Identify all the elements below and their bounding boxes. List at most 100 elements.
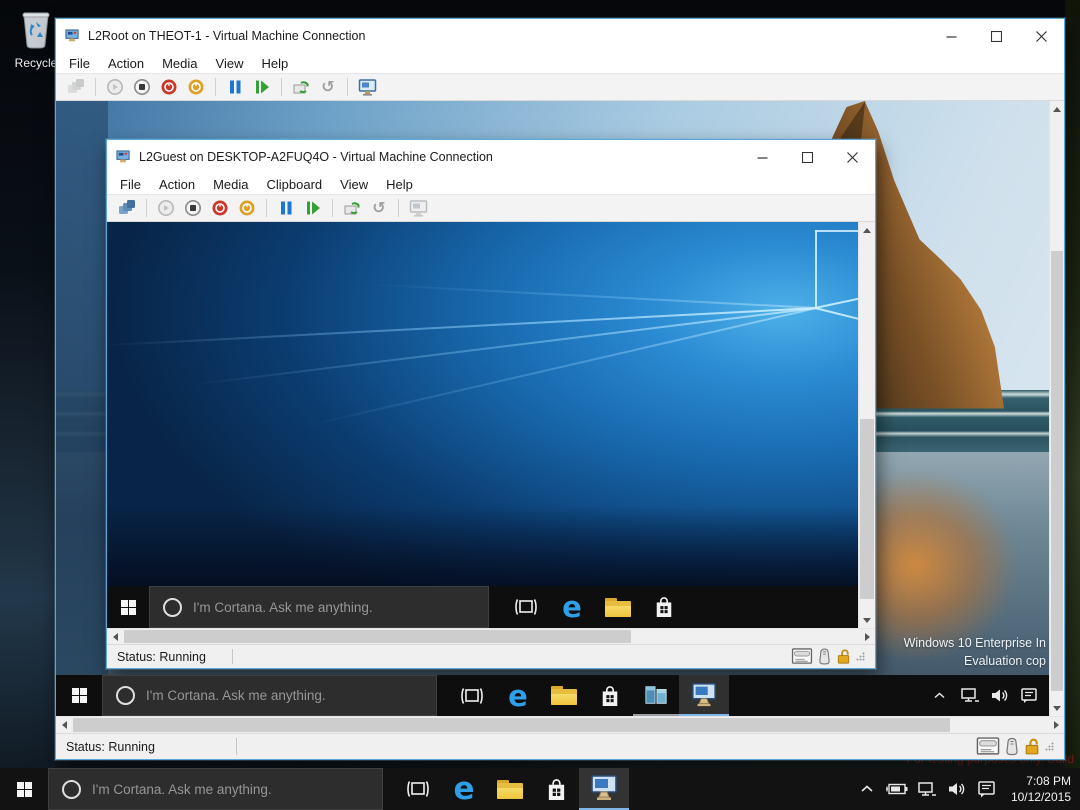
l2root-titlebar[interactable]: L2Root on THEOT-1 - Virtual Machine Conn… xyxy=(56,19,1064,53)
store-button[interactable] xyxy=(641,586,687,628)
l2root-vertical-scrollbar[interactable] xyxy=(1049,101,1064,716)
action-center-icon[interactable] xyxy=(1016,675,1043,716)
hyperv-manager-button[interactable] xyxy=(633,675,679,716)
l2guest-horizontal-scrollbar[interactable] xyxy=(107,628,875,644)
store-button[interactable] xyxy=(533,768,579,810)
file-explorer-button[interactable] xyxy=(595,586,641,628)
l2guest-titlebar[interactable]: L2Guest on DESKTOP-A2FUQ4O - Virtual Mac… xyxy=(107,140,875,174)
scrollbar-thumb[interactable] xyxy=(124,630,631,643)
scroll-right-button[interactable] xyxy=(859,629,875,644)
revert-icon[interactable]: ↺ xyxy=(367,196,391,220)
menu-file[interactable]: File xyxy=(60,56,99,71)
menu-view[interactable]: View xyxy=(207,56,253,71)
checkpoint-icon[interactable] xyxy=(289,75,313,99)
shut-down-icon[interactable] xyxy=(208,196,232,220)
start-icon[interactable] xyxy=(103,75,127,99)
task-view-button[interactable] xyxy=(395,768,441,810)
scroll-left-button[interactable] xyxy=(56,717,72,733)
resize-grip[interactable] xyxy=(856,652,865,661)
scroll-left-button[interactable] xyxy=(107,629,123,644)
scroll-down-button[interactable] xyxy=(859,612,875,628)
l2guest-toolbar: ↺ xyxy=(107,194,875,222)
network-icon[interactable] xyxy=(914,768,941,810)
start-button[interactable] xyxy=(56,675,102,716)
minimize-button[interactable] xyxy=(929,19,974,53)
menu-clipboard[interactable]: Clipboard xyxy=(258,177,332,192)
wallpaper-light-beam xyxy=(190,307,817,387)
scroll-up-button[interactable] xyxy=(1050,101,1064,117)
l2guest-vertical-scrollbar[interactable] xyxy=(858,222,875,628)
speaker-icon[interactable] xyxy=(944,768,971,810)
battery-icon[interactable] xyxy=(884,768,911,810)
scroll-right-button[interactable] xyxy=(1048,717,1064,733)
reset-icon[interactable] xyxy=(250,75,274,99)
scrollbar-thumb[interactable] xyxy=(1051,251,1063,691)
network-icon[interactable] xyxy=(956,675,983,716)
save-icon[interactable] xyxy=(235,196,259,220)
ctrl-alt-del-icon[interactable] xyxy=(64,75,88,99)
l2root-horizontal-scrollbar[interactable] xyxy=(56,716,1064,733)
menu-view[interactable]: View xyxy=(331,177,377,192)
enhanced-session-icon[interactable] xyxy=(355,75,379,99)
menu-help[interactable]: Help xyxy=(377,177,422,192)
ctrl-alt-del-icon[interactable] xyxy=(115,196,139,220)
cortana-search-box[interactable]: I'm Cortana. Ask me anything. xyxy=(102,675,437,716)
minimize-button[interactable] xyxy=(740,140,785,174)
l2root-vm-display[interactable]: Windows 10 Enterprise In Evaluation cop … xyxy=(56,101,1049,716)
vmconnect-button[interactable] xyxy=(579,768,629,810)
enhanced-session-icon[interactable] xyxy=(406,196,430,220)
pause-icon[interactable] xyxy=(274,196,298,220)
menu-help[interactable]: Help xyxy=(252,56,297,71)
vmconnect-icon xyxy=(692,682,716,706)
edge-button[interactable]: e xyxy=(441,768,487,810)
start-icon[interactable] xyxy=(154,196,178,220)
file-explorer-button[interactable] xyxy=(541,675,587,716)
hyperv-manager-icon xyxy=(645,685,667,704)
close-button[interactable] xyxy=(830,140,875,174)
task-view-button[interactable] xyxy=(449,675,495,716)
revert-icon[interactable]: ↺ xyxy=(316,75,340,99)
menu-media[interactable]: Media xyxy=(153,56,206,71)
pause-icon[interactable] xyxy=(223,75,247,99)
checkpoint-icon[interactable] xyxy=(340,196,364,220)
clock-time: 7:08 PM xyxy=(1026,773,1071,788)
cortana-search-box[interactable]: I'm Cortana. Ask me anything. xyxy=(48,768,383,810)
vmconnect-button[interactable] xyxy=(679,675,729,716)
maximize-button[interactable] xyxy=(974,19,1019,53)
scroll-up-button[interactable] xyxy=(859,222,875,238)
maximize-button[interactable] xyxy=(785,140,830,174)
file-explorer-button[interactable] xyxy=(487,768,533,810)
scrollbar-thumb[interactable] xyxy=(73,718,950,732)
lock-icon xyxy=(1025,738,1039,755)
toolbar-separator xyxy=(266,199,267,217)
turn-off-icon[interactable] xyxy=(181,196,205,220)
start-button[interactable] xyxy=(0,768,48,810)
action-center-icon[interactable] xyxy=(974,768,1001,810)
shut-down-icon[interactable] xyxy=(157,75,181,99)
menu-action[interactable]: Action xyxy=(150,177,204,192)
turn-off-icon[interactable] xyxy=(130,75,154,99)
close-button[interactable] xyxy=(1019,19,1064,53)
cortana-search-box[interactable]: I'm Cortana. Ask me anything. xyxy=(149,586,489,628)
edge-button[interactable]: e xyxy=(495,675,541,716)
status-divider xyxy=(236,738,237,755)
chevron-up-icon[interactable] xyxy=(926,675,953,716)
scroll-down-button[interactable] xyxy=(1050,700,1064,716)
save-icon[interactable] xyxy=(184,75,208,99)
speaker-icon[interactable] xyxy=(986,675,1013,716)
reset-icon[interactable] xyxy=(301,196,325,220)
l2guest-vm-display[interactable]: I'm Cortana. Ask me anything. e xyxy=(107,222,858,628)
menu-media[interactable]: Media xyxy=(204,177,257,192)
menu-action[interactable]: Action xyxy=(99,56,153,71)
store-button[interactable] xyxy=(587,675,633,716)
edge-button[interactable]: e xyxy=(549,586,595,628)
scrollbar-thumb[interactable] xyxy=(860,419,874,599)
task-view-button[interactable] xyxy=(503,586,549,628)
menu-file[interactable]: File xyxy=(111,177,150,192)
taskbar-clock[interactable]: 7:08 PM 10/12/2015 xyxy=(1007,768,1080,810)
wallpaper-window-ray xyxy=(814,307,858,321)
resize-grip[interactable] xyxy=(1045,742,1054,751)
cortana-placeholder: I'm Cortana. Ask me anything. xyxy=(92,781,272,797)
chevron-up-icon[interactable] xyxy=(854,768,881,810)
start-button[interactable] xyxy=(107,586,149,628)
